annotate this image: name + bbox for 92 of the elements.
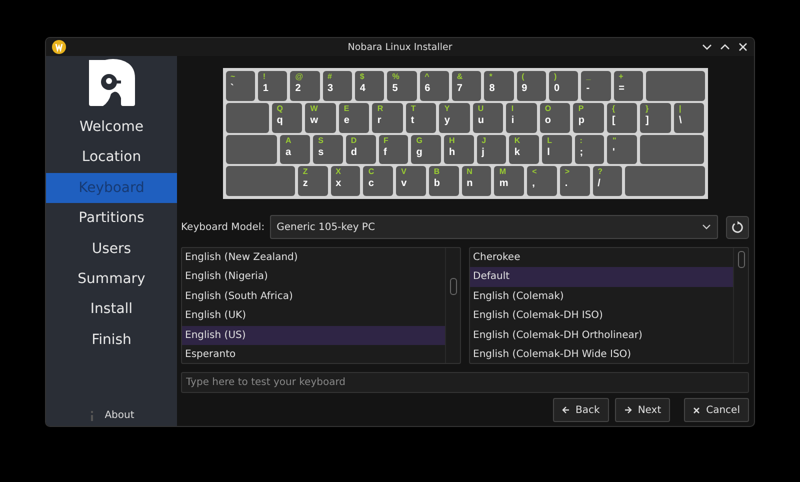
scrollbar-thumb[interactable] <box>450 278 456 295</box>
info-icon <box>88 410 95 420</box>
keyboard-key: : ; <box>574 134 604 164</box>
sidebar-step[interactable]: Summary <box>46 264 177 294</box>
layout-item[interactable]: English (US) <box>182 326 445 345</box>
keyboard-key: @ 2 <box>290 71 320 101</box>
variant-item[interactable]: English (Colemak) <box>470 286 733 306</box>
window-title: Nobara Linux Installer <box>348 42 452 52</box>
keyboard-key <box>226 166 295 196</box>
arrow-left-icon <box>562 406 570 414</box>
keyboard-key: K k <box>509 134 540 164</box>
variant-item[interactable]: Cherokee <box>470 248 733 268</box>
chevron-down-icon <box>702 224 711 230</box>
keyboard-key: X x <box>330 166 360 196</box>
keyboard-key: { [ <box>606 102 638 132</box>
keyboard-key: # 3 <box>322 71 352 101</box>
keyboard-key: T t <box>406 102 436 132</box>
keyboard-key: N n <box>462 166 492 196</box>
about-button[interactable]: About <box>104 410 134 421</box>
close-icon[interactable] <box>738 42 748 52</box>
layout-item[interactable]: English (South Africa) <box>182 286 445 306</box>
close-icon <box>693 406 700 414</box>
keyboard-key: G g <box>411 134 441 164</box>
keyboard-key: I i <box>506 102 537 132</box>
reset-button[interactable] <box>726 216 749 238</box>
keyboard-key <box>640 134 704 164</box>
keyboard-key: _ - <box>581 71 611 101</box>
minimize-icon[interactable] <box>702 42 712 52</box>
keyboard-key: * 8 <box>484 71 514 101</box>
variant-item[interactable]: Default <box>470 267 733 287</box>
keyboard-key: Q q <box>272 102 302 132</box>
keyboard-key: } ] <box>640 102 671 132</box>
maximize-icon[interactable] <box>720 42 730 52</box>
keyboard-key: S s <box>313 134 343 164</box>
keyboard-key: M m <box>494 166 524 196</box>
keyboard-key: A a <box>280 134 310 164</box>
keyboard-key <box>646 71 705 101</box>
keyboard-key: Z z <box>298 166 328 196</box>
scrollbar-thumb[interactable] <box>738 251 744 268</box>
keyboard-key: F f <box>378 134 408 164</box>
keyboard-model-label: Keyboard Model: <box>181 222 265 232</box>
layout-item[interactable]: English (UK) <box>182 306 445 326</box>
next-button[interactable]: Next <box>614 398 670 422</box>
keyboard-key: ( 9 <box>516 71 546 101</box>
keyboard-key: L l <box>542 134 572 164</box>
keyboard-key: > . <box>560 166 590 196</box>
keyboard-key: H h <box>444 134 474 164</box>
layout-item[interactable]: English (Nigeria) <box>182 267 445 287</box>
keyboard-key: D d <box>346 134 376 164</box>
keyboard-key: + = <box>614 71 643 101</box>
keyboard-key: J j <box>476 134 506 164</box>
keyboard-key <box>226 134 278 164</box>
layout-item[interactable]: English (New Zealand) <box>182 248 445 268</box>
keyboard-key: E e <box>338 102 370 132</box>
app-logo-icon <box>52 40 66 54</box>
back-button[interactable]: Back <box>552 398 609 422</box>
keyboard-key: ! 1 <box>258 71 288 101</box>
keyboard-key: P p <box>573 102 604 132</box>
cancel-button[interactable]: Cancel <box>684 398 749 422</box>
variant-item[interactable]: English (Colemak-DH ISO) <box>470 306 733 326</box>
sidebar-step[interactable]: Location <box>46 142 177 173</box>
keyboard-key: | \ <box>674 102 704 132</box>
keyboard-test-field[interactable]: Type here to test your keyboard <box>181 372 749 393</box>
sidebar-step[interactable]: Finish <box>46 324 177 356</box>
sidebar-step[interactable]: Users <box>46 234 177 264</box>
keyboard-model-dropdown[interactable]: Generic 105-key PC <box>270 215 718 239</box>
keyboard-key: B b <box>428 166 459 196</box>
arrow-right-icon <box>624 406 632 414</box>
variant-item[interactable]: English (Colemak-DH Wide ISO) <box>470 344 733 364</box>
sidebar-step[interactable]: Welcome <box>46 112 177 142</box>
keyboard-key: C c <box>363 166 394 196</box>
keyboard-key: ~ ` <box>226 71 255 101</box>
sidebar-step[interactable]: Partitions <box>46 203 177 234</box>
refresh-icon <box>731 220 744 234</box>
keyboard-key <box>226 102 269 132</box>
keyboard-key: W w <box>305 102 336 132</box>
keyboard-key: Y y <box>439 102 470 132</box>
keyboard-key: $ 4 <box>354 71 384 101</box>
keyboard-key: ) 0 <box>548 71 578 101</box>
keyboard-key: ? / <box>592 166 622 196</box>
keyboard-key: & 7 <box>452 71 482 101</box>
layout-item[interactable]: Esperanto <box>182 344 445 364</box>
keyboard-key: % 5 <box>387 71 417 101</box>
sidebar-step[interactable]: Install <box>46 294 177 325</box>
keyboard-key: O o <box>540 102 570 132</box>
variant-item[interactable]: English (Colemak-DH Ortholinear) <box>470 326 733 345</box>
keyboard-key: U u <box>472 102 504 132</box>
keyboard-key: V v <box>396 166 426 196</box>
keyboard-key: R r <box>372 102 403 132</box>
keyboard-key: " ' <box>607 134 638 164</box>
keyboard-key: < , <box>527 166 557 196</box>
keyboard-key: ^ 6 <box>420 71 449 101</box>
